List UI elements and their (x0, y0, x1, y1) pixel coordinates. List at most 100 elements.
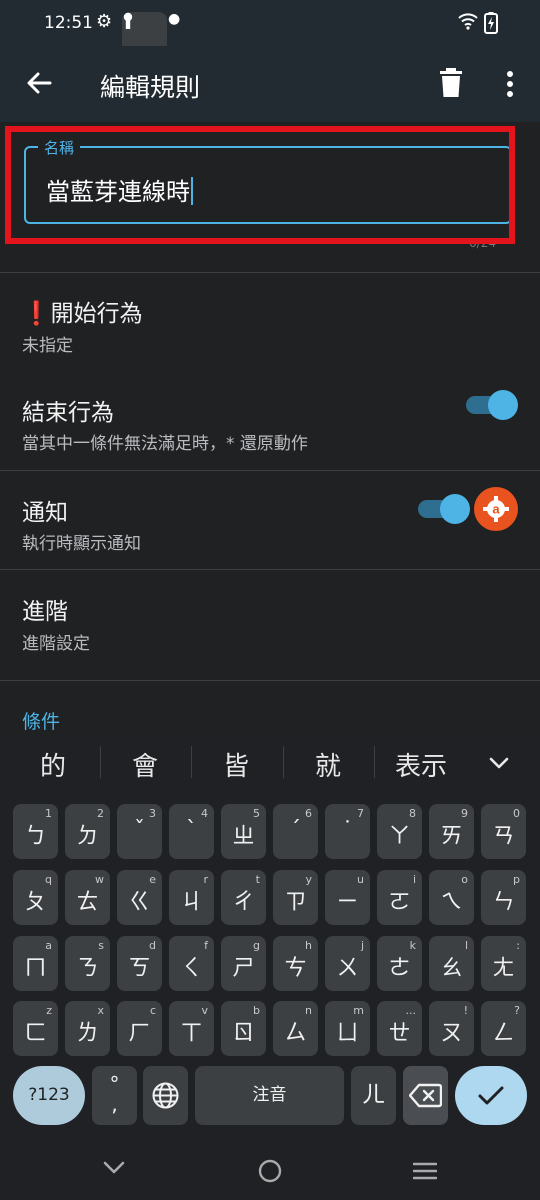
nav-back-icon[interactable] (102, 1158, 126, 1180)
divider (0, 680, 540, 681)
key-ㄗ[interactable]: ㄗy (273, 870, 318, 925)
symbols-key[interactable]: ?123 (13, 1066, 85, 1125)
key-hint: s (98, 939, 104, 952)
key-label: ㄓ (232, 824, 255, 849)
key-ㄨ[interactable]: ㄨj (325, 936, 370, 991)
suggestion-5[interactable]: 表示 (376, 746, 466, 783)
er-key[interactable]: ㄦ (351, 1066, 396, 1125)
key-ㄇ[interactable]: ㄇa (13, 936, 58, 991)
key-ㄑ[interactable]: ㄑf (169, 936, 214, 991)
key-ㄊ[interactable]: ㄊw (65, 870, 110, 925)
punctuation-key[interactable]: ° , (92, 1066, 137, 1125)
key-hint: 9 (461, 807, 468, 820)
backspace-key[interactable] (403, 1066, 448, 1125)
warning-icon: ❗ (22, 301, 51, 327)
key-ˋ[interactable]: ˋ4 (169, 804, 214, 859)
key-label: ㄩ (336, 1021, 359, 1046)
key-ㄋ[interactable]: ㄋs (65, 936, 110, 991)
key-hint: k (409, 939, 416, 952)
notification-toggle[interactable] (418, 494, 470, 524)
key-ㄏ[interactable]: ㄏc (117, 1001, 162, 1056)
end-action-toggle[interactable] (466, 390, 518, 420)
key-ㄜ[interactable]: ㄜk (377, 936, 422, 991)
key-ㄅ[interactable]: ㄅ1 (13, 804, 58, 859)
key-label: ㄨ (336, 956, 359, 981)
key-ㄎ[interactable]: ㄎd (117, 936, 162, 991)
key-ㄞ[interactable]: ㄞ9 (429, 804, 474, 859)
key-label: ㄏ (128, 1021, 151, 1046)
key-ㄥ[interactable]: ㄥ? (481, 1001, 526, 1056)
key-label: ㄉ (76, 824, 99, 849)
backspace-icon (408, 1083, 443, 1112)
more-vert-icon[interactable] (498, 70, 522, 98)
key-ㄣ[interactable]: ㄣp (481, 870, 526, 925)
key-ˊ[interactable]: ˊ6 (273, 804, 318, 859)
key-ㄧ[interactable]: ㄧu (325, 870, 370, 925)
key-hint: b (253, 1004, 260, 1017)
trash-icon[interactable] (438, 68, 464, 98)
nav-home-icon[interactable] (258, 1159, 282, 1187)
start-action-subtitle: 未指定 (22, 336, 73, 356)
key-label: ˊ (290, 818, 301, 843)
key-ㄈ[interactable]: ㄈz (13, 1001, 58, 1056)
space-key[interactable]: 注音 (195, 1066, 344, 1125)
key-ㄚ[interactable]: ㄚ8 (377, 804, 422, 859)
navigation-bar (0, 1140, 540, 1200)
key-ㄝ[interactable]: ㄝ... (377, 1001, 422, 1056)
advanced-subtitle: 進階設定 (22, 634, 90, 654)
toggle-knob (488, 390, 518, 420)
key-ㄌ[interactable]: ㄌx (65, 1001, 110, 1056)
start-action-title-wrap: ❗開始行為 (22, 294, 143, 328)
key-hint: h (305, 939, 312, 952)
key-ㄉ[interactable]: ㄉ2 (65, 804, 110, 859)
key-ㄡ[interactable]: ㄡ! (429, 1001, 474, 1056)
key-ㄙ[interactable]: ㄙn (273, 1001, 318, 1056)
key-label: ㄗ (284, 890, 307, 915)
chevron-down-icon[interactable] (486, 750, 512, 780)
key-hint: ... (405, 1004, 417, 1017)
nav-recents-icon[interactable] (412, 1161, 438, 1185)
key-hint: 0 (513, 807, 520, 820)
key-ㄖ[interactable]: ㄖb (221, 1001, 266, 1056)
suggestion-3[interactable]: 皆 (191, 746, 281, 783)
key-ㄢ[interactable]: ㄢ0 (481, 804, 526, 859)
key-ㄍ[interactable]: ㄍe (117, 870, 162, 925)
key-hint: w (95, 873, 104, 886)
key-label: ㄇ (24, 956, 47, 981)
key-label: ㄝ (388, 1021, 411, 1046)
key-ㄛ[interactable]: ㄛi (377, 870, 422, 925)
language-key[interactable] (143, 1066, 188, 1125)
back-arrow-icon[interactable] (24, 68, 54, 98)
key-ㄒ[interactable]: ㄒv (169, 1001, 214, 1056)
key-ㄤ[interactable]: ㄤ: (481, 936, 526, 991)
key-ㄕ[interactable]: ㄕg (221, 936, 266, 991)
key-ㄘ[interactable]: ㄘh (273, 936, 318, 991)
key-label: ㄟ (440, 890, 463, 915)
key-label: ㄤ (492, 956, 515, 981)
key-˙[interactable]: ˙ 7 (325, 804, 370, 859)
key-ㄠ[interactable]: ㄠl (429, 936, 474, 991)
suggestion-1[interactable]: 的 (8, 746, 98, 783)
page-title: 編輯規則 (100, 73, 201, 102)
key-ˇ[interactable]: ˇ3 (117, 804, 162, 859)
key-ㄔ[interactable]: ㄔt (221, 870, 266, 925)
key-ㄓ[interactable]: ㄓ5 (221, 804, 266, 859)
key-ㄐ[interactable]: ㄐr (169, 870, 214, 925)
key-ㄩ[interactable]: ㄩm (325, 1001, 370, 1056)
key-hint: : (516, 939, 520, 952)
key-ㄟ[interactable]: ㄟo (429, 870, 474, 925)
automation-a-icon[interactable]: a (474, 487, 518, 531)
end-action-subtitle: 當其中一條件無法滿足時，* 還原動作 (22, 434, 308, 454)
key-hint: z (46, 1004, 52, 1017)
suggestion-4[interactable]: 就 (283, 746, 373, 783)
key-hint: 3 (149, 807, 156, 820)
key-label: ㄎ (128, 956, 151, 981)
key-label: ˋ (186, 818, 197, 843)
checkmark-icon (477, 1083, 505, 1111)
enter-key[interactable] (455, 1066, 527, 1125)
key-label: ㄕ (232, 956, 255, 981)
suggestion-2[interactable]: 會 (100, 746, 190, 783)
key-label: ㄜ (388, 956, 411, 981)
key-ㄆ[interactable]: ㄆq (13, 870, 58, 925)
key-hint: 5 (253, 807, 260, 820)
